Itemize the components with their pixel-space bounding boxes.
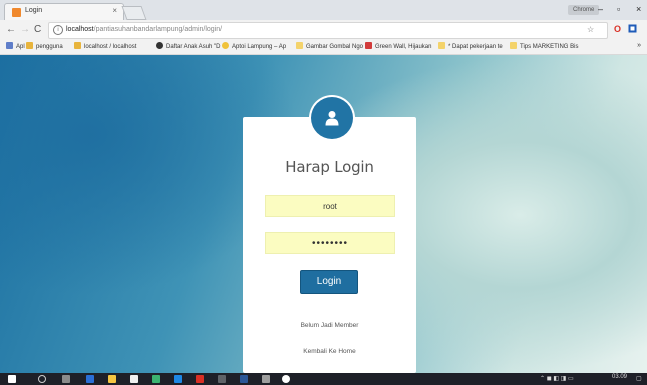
minimize-icon[interactable]: –: [598, 4, 603, 14]
app-icon[interactable]: [152, 375, 160, 383]
back-home-link[interactable]: Kembali Ke Home: [243, 348, 416, 355]
windows-taskbar: ⌃ ◼ ◧ ◨ ▭ 03.09 ▢: [0, 373, 647, 385]
bookmark-page-icon: [438, 42, 445, 49]
bookmark-folder-icon: [26, 42, 33, 49]
app-icon[interactable]: [218, 375, 226, 383]
bookmark-item[interactable]: Daftar Anak Asuh "D: [156, 42, 221, 52]
bookmark-folder-icon: [74, 42, 81, 49]
bookmark-page-icon: [222, 42, 229, 49]
chrome-icon[interactable]: [174, 375, 182, 383]
url-text: localhost/pantiasuhanbandarlampung/admin…: [66, 26, 223, 33]
bookmark-apps[interactable]: Apl: [6, 42, 25, 52]
task-view-icon[interactable]: [62, 375, 70, 383]
register-link[interactable]: Belum Jadi Member: [243, 322, 416, 329]
bookmark-item[interactable]: localhost / localhost: [74, 42, 136, 52]
maximize-icon[interactable]: ▫: [617, 4, 620, 14]
profile-badge[interactable]: Chrome: [568, 5, 600, 15]
bookmark-page-icon: [156, 42, 163, 49]
notification-icon[interactable]: ▢: [636, 375, 642, 382]
address-bar[interactable]: i localhost/pantiasuhanbandarlampung/adm…: [48, 22, 608, 39]
login-button[interactable]: Login: [300, 270, 358, 294]
close-window-icon[interactable]: ×: [636, 4, 641, 14]
app-icon[interactable]: [262, 375, 270, 383]
browser-tab-strip: Login × Chrome – ▫ ×: [0, 0, 647, 21]
forward-icon[interactable]: →: [20, 24, 30, 35]
file-explorer-icon[interactable]: [108, 375, 116, 383]
info-icon[interactable]: i: [53, 25, 63, 35]
bookmark-page-icon: [365, 42, 372, 49]
extension-icon[interactable]: [628, 24, 637, 35]
bookmark-item[interactable]: Gambar Gombal Ngo: [296, 42, 363, 52]
avatar: [311, 97, 353, 139]
reload-icon[interactable]: C: [34, 24, 41, 35]
new-tab-button[interactable]: [121, 6, 147, 20]
login-card: Harap Login root •••••••• Login Belum Ja…: [243, 117, 416, 373]
tab-title: Login: [25, 7, 43, 14]
username-field[interactable]: root: [265, 195, 395, 217]
browser-tab[interactable]: Login ×: [4, 3, 124, 21]
word-icon[interactable]: [240, 375, 248, 383]
opera-extension-icon[interactable]: O: [614, 24, 621, 34]
bookmark-item[interactable]: Aptoi Lampung – Ap: [222, 42, 286, 52]
app-icon[interactable]: [196, 375, 204, 383]
favicon-icon: [12, 8, 21, 17]
clock[interactable]: 03.09: [612, 374, 627, 380]
apps-grid-icon: [6, 42, 13, 49]
user-icon: [325, 111, 339, 126]
system-tray-icons[interactable]: ⌃ ◼ ◧ ◨ ▭: [540, 375, 574, 382]
bookmark-star-icon[interactable]: ☆: [587, 25, 594, 34]
browser-toolbar: ← → C i localhost/pantiasuhanbandarlampu…: [0, 20, 647, 40]
close-tab-icon[interactable]: ×: [112, 6, 117, 15]
bookmarks-bar: Apl pengguna localhost / localhost Dafta…: [0, 40, 647, 55]
bookmark-item[interactable]: Green Wall, Hijaukan: [365, 42, 431, 52]
bookmark-item[interactable]: * Dapat pekerjaan te: [438, 42, 503, 52]
login-page: Harap Login root •••••••• Login Belum Ja…: [0, 55, 647, 373]
search-icon[interactable]: [38, 375, 46, 383]
bookmark-page-icon: [510, 42, 517, 49]
store-icon[interactable]: [130, 375, 138, 383]
bookmark-item[interactable]: Tips MARKETING Bis: [510, 42, 578, 52]
login-title: Harap Login: [285, 158, 374, 176]
bookmarks-overflow-button[interactable]: »: [637, 42, 641, 49]
bookmark-page-icon: [296, 42, 303, 49]
back-icon[interactable]: ←: [6, 24, 16, 35]
password-field[interactable]: ••••••••: [265, 232, 395, 254]
windows-start-icon[interactable]: [8, 375, 16, 383]
app-icon[interactable]: [282, 375, 290, 383]
edge-icon[interactable]: [86, 375, 94, 383]
bookmark-item[interactable]: pengguna: [26, 42, 63, 52]
